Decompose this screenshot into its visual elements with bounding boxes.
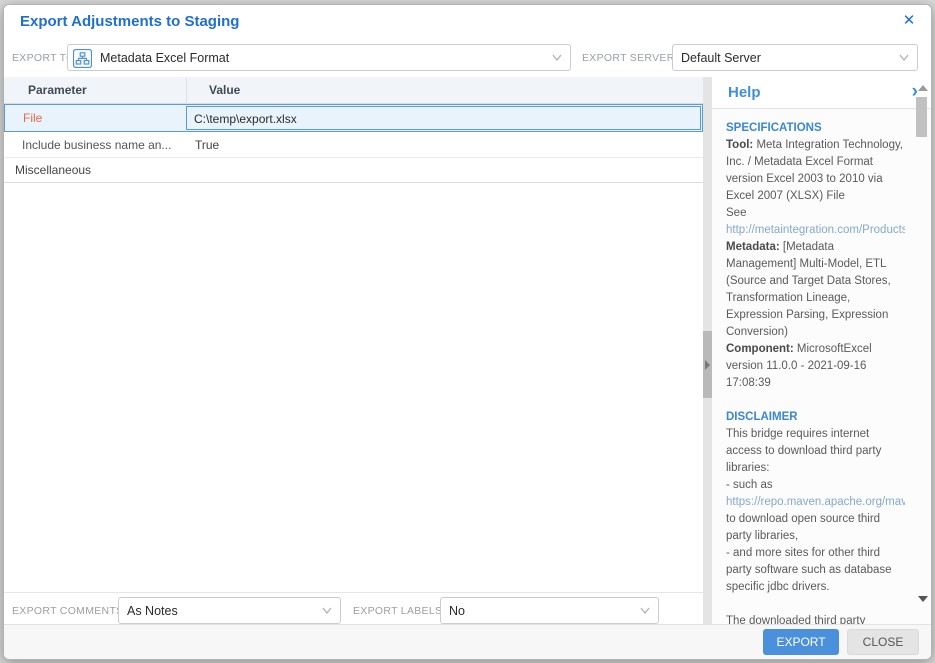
export-labels-dropdown[interactable]: No	[440, 597, 659, 624]
param-name-file: File	[5, 105, 186, 131]
triangle-up-icon[interactable]	[918, 85, 928, 91]
help-pane: Help › SPECIFICATIONS Tool: Meta Integra…	[712, 77, 931, 626]
table-header-row: Parameter Value	[4, 77, 703, 104]
parameters-table: Parameter Value File C:\temp\export.xlsx…	[4, 77, 703, 592]
pane-splitter	[703, 77, 712, 626]
triangle-down-icon[interactable]	[918, 596, 928, 602]
close-icon[interactable]: ✕	[899, 11, 919, 31]
export-labels-value: No	[449, 604, 465, 618]
specifications-link[interactable]: http://metaintegration.com/Products,	[726, 222, 905, 239]
specifications-see: See	[726, 205, 905, 222]
dialog-footer: EXPORT CLOSE	[4, 624, 931, 659]
table-row-file[interactable]: File C:\temp\export.xlsx	[4, 104, 703, 132]
dialog-header: Export Adjustments to Staging ✕	[4, 5, 931, 41]
export-button[interactable]: EXPORT	[763, 629, 839, 655]
export-to-label: EXPORT TO	[12, 52, 75, 64]
help-header: Help ›	[712, 77, 931, 109]
spacer	[726, 392, 905, 409]
disclaimer-heading: DISCLAIMER	[726, 409, 905, 426]
bottom-controls-row: EXPORT COMMENTS As Notes EXPORT LABELS N…	[4, 592, 703, 626]
disclaimer-line: This bridge requires internet access to …	[726, 426, 905, 477]
column-header-parameter: Parameter	[4, 77, 187, 103]
export-to-dropdown[interactable]: Metadata Excel Format	[67, 44, 571, 71]
param-name-include-business: Include business name an...	[4, 132, 187, 157]
disclaimer-line: to download open source third party libr…	[726, 511, 905, 545]
splitter-collapse-handle[interactable]	[703, 331, 712, 398]
export-to-value: Metadata Excel Format	[100, 51, 229, 65]
table-row-include-business-name[interactable]: Include business name an... True	[4, 132, 703, 158]
param-value-file-input[interactable]: C:\temp\export.xlsx	[186, 106, 701, 130]
group-label-miscellaneous: Miscellaneous	[4, 158, 91, 182]
disclaimer-line: - such as	[726, 477, 905, 494]
export-comments-label: EXPORT COMMENTS	[12, 605, 123, 617]
specifications-tool: Tool: Meta Integration Technology, Inc. …	[726, 137, 905, 205]
close-button[interactable]: CLOSE	[847, 629, 919, 655]
help-title: Help	[728, 84, 761, 101]
parameters-pane: Parameter Value File C:\temp\export.xlsx…	[4, 77, 703, 626]
chevron-down-icon	[552, 54, 562, 62]
specifications-metadata: Metadata: [Metadata Management] Multi-Mo…	[726, 239, 905, 341]
chevron-down-icon	[640, 607, 650, 615]
table-row-miscellaneous-group[interactable]: Miscellaneous	[4, 158, 703, 183]
param-value-include-business: True	[187, 132, 703, 157]
column-header-value: Value	[187, 77, 703, 103]
disclaimer-line: - and more sites for other third party s…	[726, 545, 905, 596]
sitemap-icon	[73, 49, 92, 68]
export-server-label: EXPORT SERVER	[582, 52, 675, 64]
specifications-heading: SPECIFICATIONS	[726, 120, 905, 137]
triangle-right-icon	[705, 360, 710, 370]
export-dialog: Export Adjustments to Staging ✕ EXPORT T…	[3, 4, 932, 660]
help-content: SPECIFICATIONS Tool: Meta Integration Te…	[712, 109, 931, 626]
export-server-value: Default Server	[681, 51, 761, 65]
help-scrollbar[interactable]	[915, 81, 929, 602]
specifications-component: Component: MicrosoftExcel version 11.0.0…	[726, 341, 905, 392]
spacer	[726, 596, 905, 613]
dialog-title: Export Adjustments to Staging	[20, 13, 239, 30]
chevron-down-icon	[899, 54, 909, 62]
top-controls-row: EXPORT TO Metadata Excel Format EXPORT S…	[4, 41, 931, 75]
export-comments-dropdown[interactable]: As Notes	[118, 597, 341, 624]
disclaimer-link[interactable]: https://repo.maven.apache.org/maven	[726, 494, 905, 511]
export-server-dropdown[interactable]: Default Server	[672, 44, 918, 71]
export-comments-value: As Notes	[127, 604, 178, 618]
export-labels-label: EXPORT LABELS	[353, 605, 442, 617]
scrollbar-thumb[interactable]	[916, 97, 927, 137]
chevron-down-icon	[322, 607, 332, 615]
